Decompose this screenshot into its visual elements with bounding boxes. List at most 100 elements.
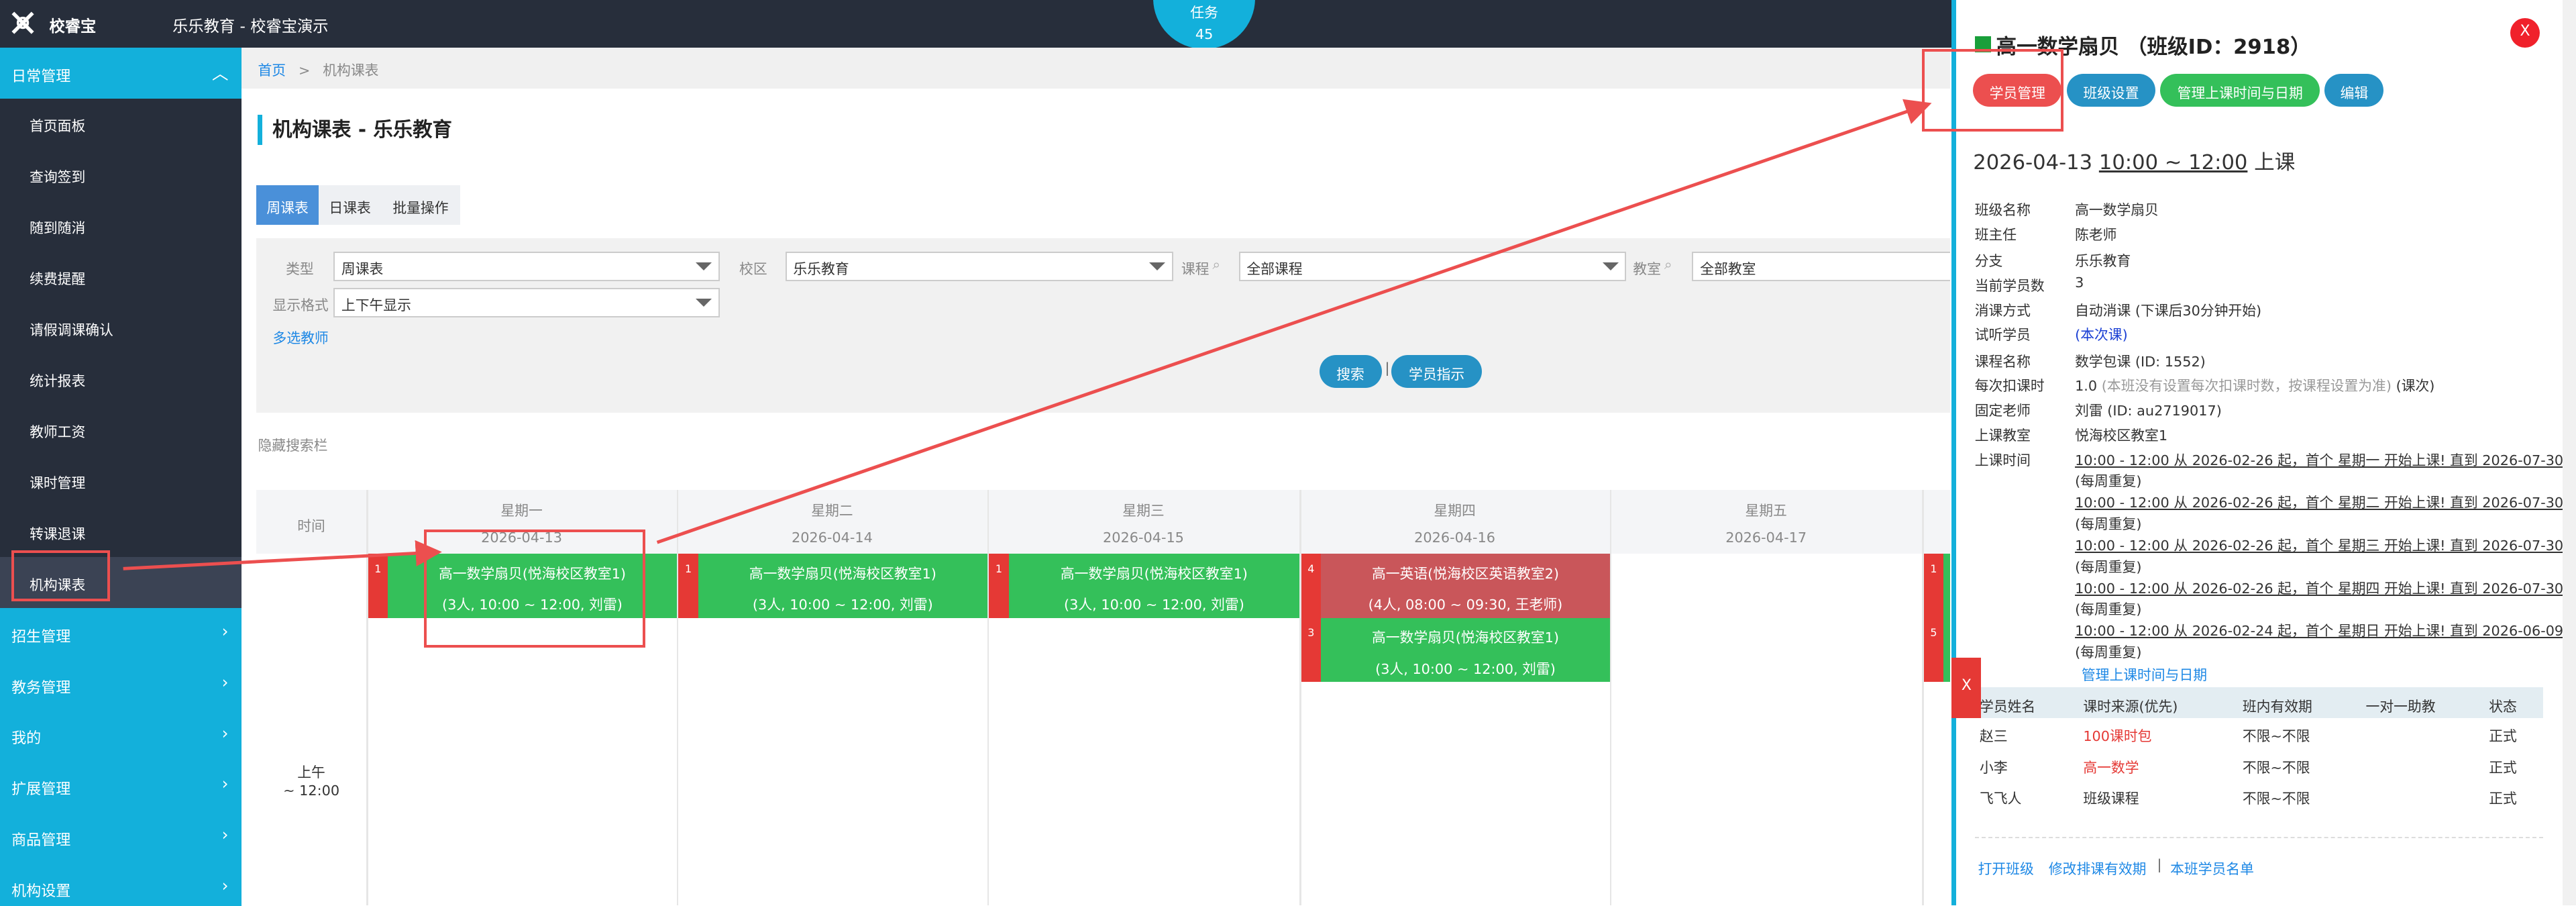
panel-collapse-button[interactable]: X bbox=[1951, 657, 1982, 719]
student-name[interactable]: 小李 bbox=[1980, 756, 2008, 776]
sidebar-section-settings[interactable]: 机构设置 › bbox=[0, 862, 241, 906]
sidebar-item-hours[interactable]: 课时管理 bbox=[0, 455, 241, 506]
student-source[interactable]: 高一数学 bbox=[2083, 756, 2139, 776]
breadcrumb: 首页 > 机构课表 bbox=[241, 48, 1950, 89]
chevron-down-icon bbox=[1602, 262, 1619, 271]
grid-line bbox=[987, 489, 989, 906]
main-content bbox=[241, 48, 1950, 906]
session-heading: 2026-04-13 10:00 ~ 12:00 上课 bbox=[1973, 145, 2295, 175]
course-select[interactable]: 全部课程 bbox=[1238, 251, 1627, 281]
sidebar-section-label: 日常管理 bbox=[11, 68, 71, 85]
student-source[interactable]: 100课时包 bbox=[2083, 725, 2151, 745]
student-validity: 不限~不限 bbox=[2242, 791, 2310, 807]
course-block[interactable]: 3 高一数学扇贝(悦海校区教室1) (3人, 10:00 ~ 12:00, 刘雷) bbox=[1301, 617, 1610, 683]
student-name[interactable]: 飞飞人 bbox=[1980, 787, 2021, 807]
field-label: 当前学员数 bbox=[1974, 277, 2045, 294]
type-label: 类型 bbox=[286, 261, 314, 278]
sidebar-item-checkin[interactable]: 查询签到 bbox=[0, 150, 241, 201]
sidebar-section-enrollment[interactable]: 招生管理 › bbox=[0, 608, 241, 660]
manage-time-button[interactable]: 管理上课时间与日期 bbox=[2160, 74, 2320, 107]
chevron-right-icon: › bbox=[221, 672, 229, 692]
course-title: 高一数学扇贝(悦海校区教室1) bbox=[1060, 565, 1248, 582]
student-name[interactable]: 赵三 bbox=[1980, 725, 2008, 745]
sidebar-item-label: 查询签到 bbox=[30, 169, 86, 186]
scrollbar[interactable] bbox=[2563, 0, 2576, 906]
time-header: 时间 bbox=[297, 517, 325, 534]
class-settings-button[interactable]: 班级设置 bbox=[2066, 74, 2156, 107]
field-value: 自动消课 (下课后30分钟开始) bbox=[2075, 302, 2262, 319]
breadcrumb-current: 机构课表 bbox=[323, 62, 379, 79]
search-button[interactable]: 搜索 bbox=[1319, 354, 1382, 388]
chevron-down-icon bbox=[695, 262, 712, 271]
course-block-edge[interactable]: 1 bbox=[1923, 554, 1950, 618]
field-value: 刘雷 (ID: au2719017) bbox=[2075, 403, 2222, 419]
sidebar-section-extensions[interactable]: 扩展管理 › bbox=[0, 760, 241, 812]
schedule-line[interactable]: 10:00 - 12:00 从 2026-02-24 起，首个 星期日 开始上课… bbox=[2075, 619, 2563, 640]
sidebar-section-products[interactable]: 商品管理 › bbox=[0, 811, 241, 863]
room-value: 全部教室 bbox=[1700, 261, 1756, 278]
chevron-down-icon bbox=[695, 299, 712, 307]
sidebar-item-instant[interactable]: 随到随消 bbox=[0, 201, 241, 252]
sidebar-section-label: 商品管理 bbox=[11, 832, 71, 850]
field-value: 高一数学扇贝 bbox=[2075, 202, 2159, 219]
search-icon: ⌕ bbox=[1212, 256, 1221, 273]
tab-day[interactable]: 日课表 bbox=[319, 185, 382, 225]
logo-icon[interactable] bbox=[8, 8, 38, 38]
sidebar-item-reports[interactable]: 统计报表 bbox=[0, 354, 241, 405]
course-index: 4 bbox=[1301, 554, 1321, 618]
open-class-link[interactable]: 打开班级 bbox=[1978, 858, 2034, 878]
course-index: 1 bbox=[1923, 554, 1944, 618]
sidebar-item-label: 统计报表 bbox=[30, 373, 86, 389]
course-block[interactable]: 1 高一数学扇贝(悦海校区教室1) (3人, 10:00 ~ 12:00, 刘雷) bbox=[989, 554, 1300, 618]
field-label: 每次扣课时 bbox=[1974, 378, 2045, 395]
close-icon[interactable]: X bbox=[2510, 17, 2540, 48]
type-value: 周课表 bbox=[341, 261, 384, 278]
sidebar-section-academic[interactable]: 教务管理 › bbox=[0, 659, 241, 710]
schedule-line[interactable]: 10:00 - 12:00 从 2026-02-26 起，首个 星期三 开始上课… bbox=[2075, 534, 2563, 554]
session-suffix: 上课 bbox=[2254, 150, 2296, 174]
campus-select[interactable]: 乐乐教育 bbox=[785, 251, 1173, 281]
schedule-line[interactable]: 10:00 - 12:00 从 2026-02-26 起，首个 星期二 开始上课… bbox=[2075, 491, 2563, 511]
sidebar-item-salary[interactable]: 教师工资 bbox=[0, 404, 241, 455]
hide-search-toggle[interactable]: 隐藏搜索栏 bbox=[258, 434, 327, 454]
field-label: 班级名称 bbox=[1974, 202, 2031, 219]
schedule-line[interactable]: 10:00 - 12:00 从 2026-02-26 起，首个 星期四 开始上课… bbox=[2075, 577, 2563, 597]
sidebar-item-leave[interactable]: 请假调课确认 bbox=[0, 303, 241, 354]
schedule-line[interactable]: 10:00 - 12:00 从 2026-02-26 起，首个 星期一 开始上课… bbox=[2075, 449, 2563, 469]
course-block[interactable]: 4 高一英语(悦海校区英语教室2) (4人, 08:00 ~ 09:30, 王老师) bbox=[1301, 554, 1610, 618]
day-name: 星期一 bbox=[500, 503, 543, 519]
field-label: 上课教室 bbox=[1974, 427, 2031, 444]
field-label: 消课方式 bbox=[1974, 302, 2031, 319]
tab-batch[interactable]: 批量操作 bbox=[381, 185, 460, 225]
course-block[interactable]: 1 高一数学扇贝(悦海校区教室1) (3人, 10:00 ~ 12:00, 刘雷) bbox=[678, 554, 987, 618]
sidebar-item-label: 续费提醒 bbox=[30, 271, 86, 288]
roster-link[interactable]: 本班学员名单 bbox=[2170, 858, 2254, 878]
edit-validity-link[interactable]: 修改排课有效期 bbox=[2049, 858, 2147, 878]
course-index: 1 bbox=[368, 554, 388, 618]
sidebar-section-mine[interactable]: 我的 › bbox=[0, 709, 241, 761]
student-source[interactable]: 班级课程 bbox=[2083, 787, 2139, 807]
format-select[interactable]: 上下午显示 bbox=[333, 287, 720, 317]
chevron-right-icon: › bbox=[221, 774, 229, 794]
room-select[interactable]: 全部教室 bbox=[1692, 251, 1950, 281]
field-value: 1.0 (本班没有设置每次扣课时数，按课程设置为准) (课次) bbox=[2075, 374, 2434, 395]
sidebar-section-daily[interactable]: 日常管理 ︿ bbox=[0, 48, 241, 99]
search-icon: ⌕ bbox=[1664, 256, 1672, 273]
breadcrumb-home[interactable]: 首页 bbox=[258, 62, 286, 79]
chevron-right-icon: › bbox=[221, 876, 229, 896]
student-guide-button[interactable]: 学员指示 bbox=[1391, 354, 1482, 388]
type-select[interactable]: 周课表 bbox=[333, 251, 720, 281]
day-date: 2026-04-17 bbox=[1725, 529, 1807, 546]
edit-button[interactable]: 编辑 bbox=[2324, 74, 2384, 107]
room-label: 教室 bbox=[1633, 261, 1661, 278]
manage-time-link[interactable]: 管理上课时间与日期 bbox=[2082, 664, 2207, 684]
tab-week[interactable]: 周课表 bbox=[256, 185, 319, 225]
course-block-edge[interactable]: 5 bbox=[1923, 617, 1950, 683]
trial-link[interactable]: (本次课) bbox=[2075, 323, 2128, 344]
task-button[interactable]: 任务 45 bbox=[1153, 0, 1256, 50]
course-title: 高一英语(悦海校区英语教室2) bbox=[1371, 565, 1559, 582]
sidebar-item-transfer[interactable]: 转课退课 bbox=[0, 506, 241, 557]
multi-teacher-link[interactable]: 多选教师 bbox=[273, 327, 329, 347]
sidebar-item-renewal[interactable]: 续费提醒 bbox=[0, 252, 241, 303]
sidebar-item-dashboard[interactable]: 首页面板 bbox=[0, 99, 241, 150]
